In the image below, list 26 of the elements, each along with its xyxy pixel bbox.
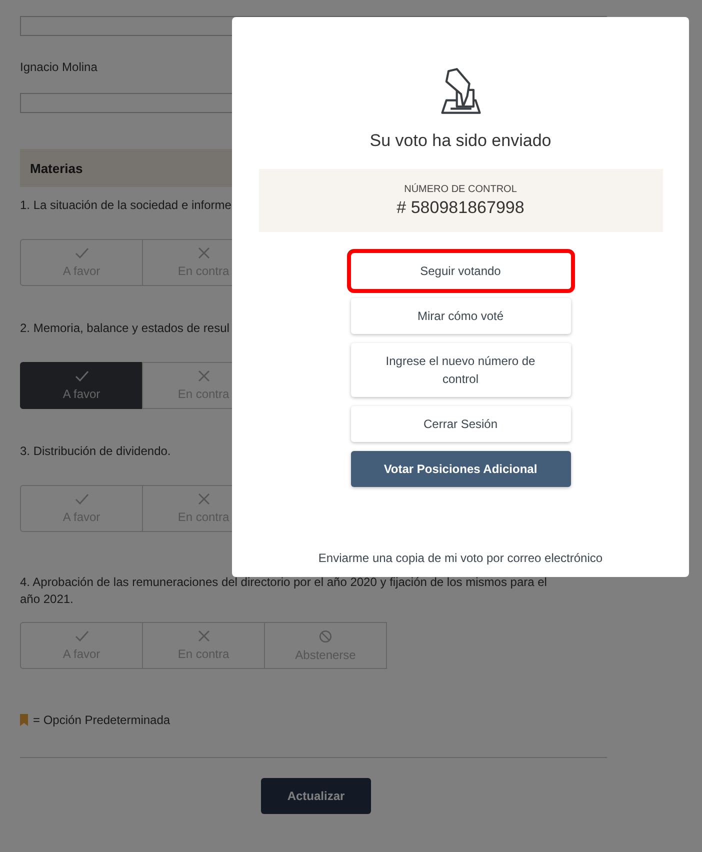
check-icon bbox=[74, 370, 88, 382]
modal-button[interactable]: Cerrar Sesión bbox=[350, 406, 570, 442]
modal-button[interactable]: Mirar cómo voté bbox=[350, 298, 570, 334]
update-button[interactable]: Actualizar bbox=[261, 778, 371, 814]
check-icon bbox=[74, 493, 88, 505]
name-label: Ignacio Molina bbox=[20, 60, 98, 74]
modal-button[interactable]: Ingrese el nuevo número de control bbox=[350, 343, 570, 397]
control-number: # 580981867998 bbox=[396, 198, 524, 218]
close-icon bbox=[198, 370, 210, 382]
close-icon bbox=[198, 247, 210, 259]
modal-button[interactable]: Seguir votando bbox=[350, 253, 570, 289]
check-icon bbox=[74, 247, 88, 259]
question-text: 1. La situación de la sociedad e informe bbox=[20, 197, 232, 214]
modal-title: Su voto ha sido enviado bbox=[370, 131, 552, 151]
vote-option[interactable]: A favor bbox=[20, 362, 143, 409]
question-text: 2. Memoria, balance y estados de resul bbox=[20, 320, 230, 337]
legend-text: = Opción Predeterminada bbox=[33, 713, 170, 727]
bookmark-icon bbox=[20, 714, 28, 726]
prohibited-icon bbox=[319, 630, 332, 642]
question-text: 3. Distribución de dividendo. bbox=[20, 443, 171, 460]
additional-positions-button[interactable]: Votar Posiciones Adicional bbox=[350, 451, 570, 487]
email-copy-link[interactable]: Enviarme una copia de mi voto por correo electrónico bbox=[318, 551, 603, 565]
question-text: 4. Aprobación de las remuneraciones del directorio por el año 2020 y fijación de los mismos para el año 2021. bbox=[20, 574, 548, 608]
check-icon bbox=[74, 630, 88, 642]
close-icon bbox=[198, 493, 210, 505]
close-icon bbox=[198, 630, 210, 642]
